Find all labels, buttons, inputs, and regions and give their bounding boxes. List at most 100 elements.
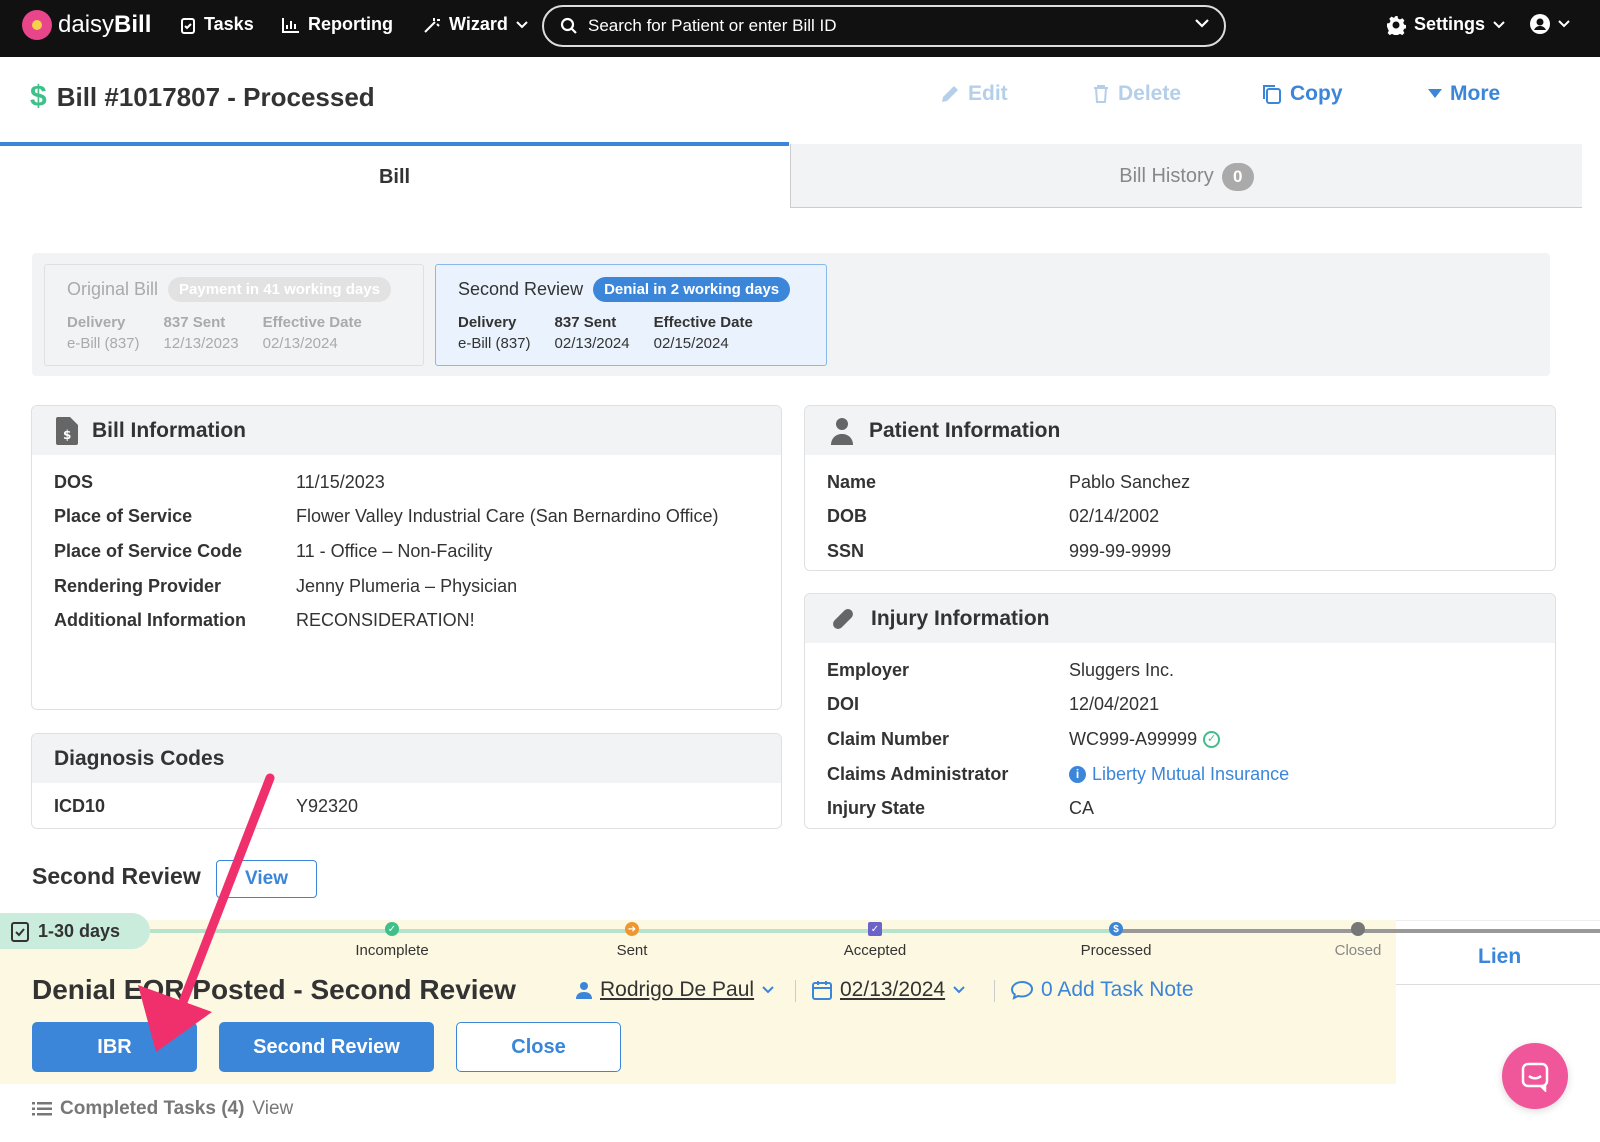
info-label: DOI: [827, 694, 860, 715]
nav-reporting-label: Reporting: [308, 14, 393, 34]
logo-text-suffix: Bill: [114, 11, 152, 38]
nav-tasks-label: Tasks: [204, 14, 254, 34]
stage-processed: $ Processed: [1056, 922, 1176, 959]
info-row: Claims Administrator i Liberty Mutual Insu…: [827, 757, 1533, 792]
tab-bill[interactable]: Bill: [0, 142, 789, 208]
diagnosis-codes-card: Diagnosis Codes ICD10 Y92320: [31, 733, 782, 829]
chevron-down-icon: [1493, 20, 1505, 28]
add-task-note-button[interactable]: 0 Add Task Note: [1011, 978, 1194, 1002]
magic-wand-icon: [424, 17, 440, 33]
info-label: Additional Information: [54, 610, 246, 631]
nav-wizard[interactable]: Wizard: [423, 14, 528, 35]
info-value-text: Sluggers Inc.: [1069, 659, 1175, 680]
search-placeholder: Search for Patient or enter Bill ID: [588, 16, 837, 35]
tab-bill-history[interactable]: Bill History 0: [790, 144, 1582, 208]
second-review-title: Second Review: [458, 279, 584, 299]
info-value: Pablo Sanchez: [1069, 472, 1190, 493]
edit-button[interactable]: Edit: [940, 82, 1008, 106]
dot-icon: [1351, 922, 1365, 936]
info-label: Place of Service Code: [54, 540, 243, 561]
clipboard-check-icon: [11, 922, 29, 942]
info-value: 02/14/2002: [1069, 506, 1159, 527]
info-row: Additional Information RECONSIDERATION!: [54, 603, 759, 638]
chat-icon: [1521, 1062, 1549, 1092]
info-circle-icon: i: [1069, 765, 1086, 783]
delete-button[interactable]: Delete: [1092, 82, 1181, 106]
divider: [795, 980, 796, 1002]
info-label: Injury State: [827, 798, 926, 819]
bar-chart-icon: [282, 17, 299, 33]
info-row: Rendering Provider Jenny Plumeria – Physi…: [54, 569, 759, 604]
second-review-view-button[interactable]: View: [216, 860, 317, 898]
card-title: Bill Information: [92, 418, 246, 442]
copy-label: Copy: [1290, 82, 1343, 105]
delete-label: Delete: [1118, 82, 1182, 105]
delivery-label: Delivery: [458, 314, 517, 331]
info-row: SSN 999-99-9999: [827, 534, 1533, 569]
tab-history-label: Bill History: [1119, 165, 1214, 187]
page-title: $ Bill #1017807 - Processed: [30, 80, 375, 114]
bill-versions-panel: Original Bill Payment in 41 working days…: [32, 253, 1550, 376]
daisybill-logo[interactable]: daisyBill: [22, 10, 151, 40]
info-value-text: 11 - Office – Non-Facility: [296, 540, 493, 561]
nav-reporting[interactable]: Reporting: [282, 14, 393, 35]
copy-button[interactable]: Copy: [1260, 82, 1343, 106]
info-value: 11 - Office – Non-Facility: [296, 541, 492, 562]
chevron-down-icon: [516, 20, 528, 28]
close-button[interactable]: Close: [456, 1022, 621, 1072]
info-row: Place of Service Flower Valley Industrial…: [54, 500, 759, 535]
info-row: DOS 11/15/2023: [54, 465, 759, 500]
second-review-button[interactable]: Second Review: [219, 1022, 434, 1072]
status-badge: Payment in 41 working days: [168, 277, 391, 302]
trash-icon: [1094, 85, 1108, 103]
stage-label: Accepted: [843, 942, 907, 959]
add-task-note-label: 0 Add Task Note: [1041, 978, 1194, 1001]
task-title: Denial EOR Posted - Second Review: [32, 974, 516, 1005]
more-button[interactable]: More: [1428, 82, 1500, 106]
stage-label: Closed: [1334, 942, 1382, 959]
info-value: 12/04/2021: [1069, 694, 1159, 715]
caret-down-icon: [1428, 89, 1442, 98]
chevron-down-icon[interactable]: [1194, 18, 1210, 28]
sent-label: 837 Sent: [554, 314, 617, 331]
info-value-text: Liberty Mutual Insurance: [1092, 763, 1290, 784]
completed-tasks-view-link[interactable]: View: [252, 1098, 293, 1120]
delivery-value: e-Bill (837): [67, 335, 140, 352]
chat-button[interactable]: [1502, 1043, 1568, 1109]
lien-link[interactable]: Lien: [1478, 945, 1521, 969]
stage-label: Incomplete: [355, 942, 429, 959]
bill-information-card: $ Bill Information DOS 11/15/2023 Place of…: [31, 405, 782, 710]
info-value-text: Flower Valley Industrial Care (San Berna…: [296, 506, 719, 527]
info-label: Employer: [827, 659, 910, 680]
account-menu[interactable]: [1530, 14, 1570, 34]
original-bill-title: Original Bill: [67, 279, 159, 299]
gear-icon: [1387, 15, 1406, 35]
info-value-text: 999-99-9999: [1069, 540, 1172, 561]
info-value-text: Jenny Plumeria – Physician: [296, 575, 518, 596]
nav-tasks[interactable]: Tasks: [180, 14, 254, 35]
sent-label: 837 Sent: [163, 314, 226, 331]
stage-label: Processed: [1080, 942, 1152, 959]
sent-value: 02/13/2024: [554, 335, 630, 352]
nav-wizard-label: Wizard: [449, 14, 508, 34]
more-label: More: [1450, 82, 1501, 105]
nav-settings[interactable]: Settings: [1386, 14, 1505, 35]
info-row: Claim Number WC999-A99999 ✓: [827, 722, 1533, 757]
info-value: RECONSIDERATION!: [296, 610, 475, 631]
search-input[interactable]: Search for Patient or enter Bill ID: [542, 5, 1226, 47]
dollar-icon: $: [30, 80, 47, 113]
stage-closed: Closed: [1298, 922, 1418, 959]
info-label: Name: [827, 471, 877, 492]
bill-title: Bill #1017807 - Processed: [56, 81, 375, 112]
ibr-button[interactable]: IBR: [32, 1022, 197, 1072]
original-bill-card[interactable]: Original Bill Payment in 41 working days…: [44, 264, 424, 366]
second-review-card[interactable]: Second Review Denial in 2 working days D…: [435, 264, 827, 366]
copy-icon: [1263, 85, 1281, 104]
search-icon: [560, 17, 577, 34]
chevron-down-icon: [762, 986, 774, 994]
assignee-dropdown[interactable]: Rodrigo De Paul: [576, 978, 774, 1002]
info-value[interactable]: i Liberty Mutual Insurance: [1069, 764, 1289, 785]
list-icon: [32, 1102, 52, 1116]
due-date-dropdown[interactable]: 02/13/2024: [812, 978, 965, 1002]
clipboard-icon: [181, 17, 195, 34]
